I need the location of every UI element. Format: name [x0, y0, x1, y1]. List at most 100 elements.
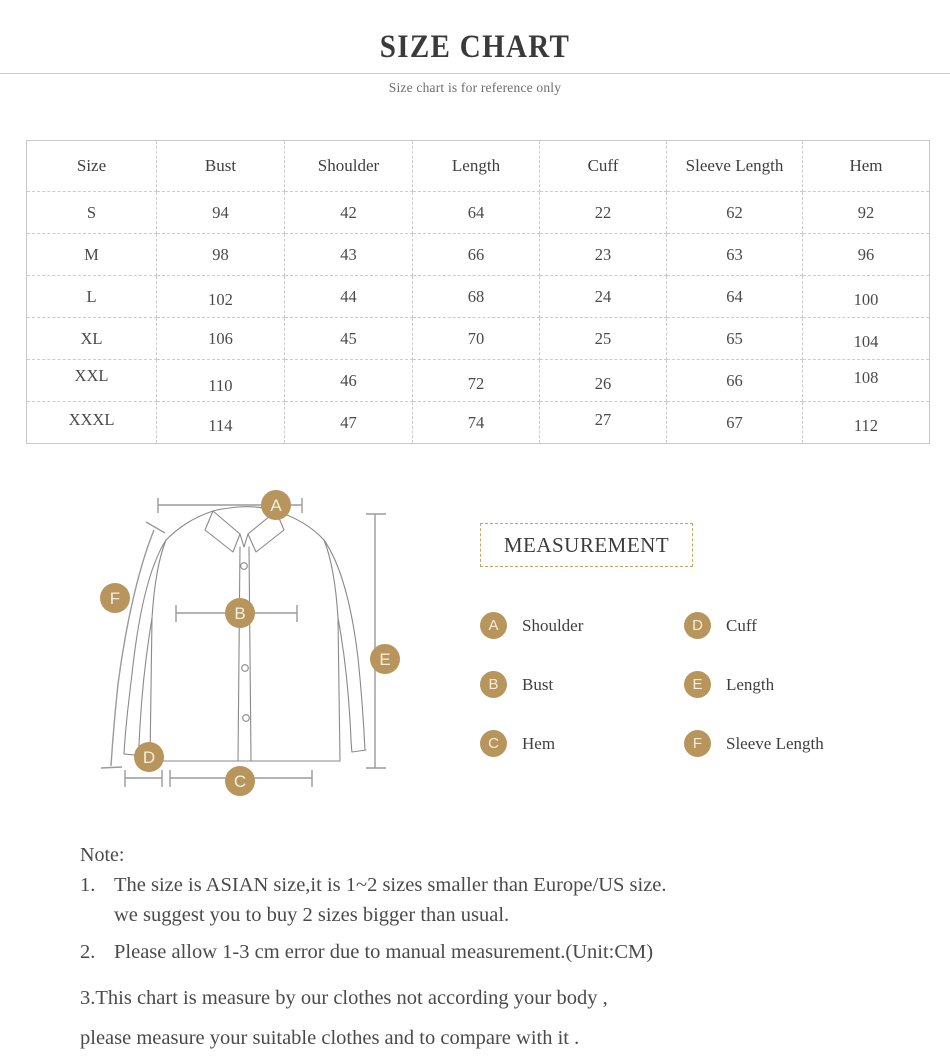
column-header-shoulder: Shoulder	[284, 140, 413, 192]
header-divider	[0, 73, 950, 74]
table-row: M 98 43 66 23 63 96	[26, 233, 930, 276]
table-row: L 102 44 68 24 64 100	[26, 275, 930, 318]
page-subtitle: Size chart is for reference only	[388, 80, 562, 95]
legend-item-cuff: D Cuff	[684, 612, 894, 671]
note-item-2-text: Please allow 1-3 cm error due to manual …	[114, 941, 654, 963]
button-3	[241, 664, 249, 672]
legend-label-bust: Bust	[522, 675, 554, 694]
diagram-badge-C: C	[225, 766, 255, 796]
note-item-3: 3.This chart is measure by our clothes n…	[80, 987, 608, 1009]
column-header-sleeve-length: Sleeve Length	[666, 140, 803, 192]
cell-size: S	[26, 191, 157, 234]
collar-notch	[239, 533, 249, 548]
table-row: XXXL 114 47 74 27 67 112	[26, 401, 930, 444]
right-sleeve-outer	[323, 539, 366, 751]
cell-cuff: 25	[539, 317, 667, 360]
column-header-cuff: Cuff	[539, 140, 667, 192]
cell-shoulder: 44	[284, 275, 413, 318]
button-4	[242, 714, 250, 722]
cell-cuff: 27	[539, 401, 667, 444]
cell-hem: 92	[802, 191, 930, 234]
cell-hem: 108	[802, 359, 930, 402]
collar-left-point	[204, 510, 241, 553]
legend-label-sleeve-length: Sleeve Length	[726, 734, 824, 753]
diagram-badge-C-label: C	[234, 772, 246, 791]
cell-size: M	[26, 233, 157, 276]
note-item-1-line-2-row: we suggest you to buy 2 sizes bigger tha…	[80, 902, 940, 929]
cell-sleeve-length: 65	[666, 317, 803, 360]
cell-sleeve-length: 63	[666, 233, 803, 276]
legend-label-cuff: Cuff	[726, 616, 757, 635]
cell-shoulder: 47	[284, 401, 413, 444]
cell-cuff: 22	[539, 191, 667, 234]
legend-item-length: E Length	[684, 671, 894, 730]
cell-bust: 98	[156, 233, 285, 276]
measurement-legend: A Shoulder B Bust C Hem D Cuff E Length …	[480, 612, 900, 777]
cell-length: 66	[412, 233, 540, 276]
note-item-2: 2. Please allow 1-3 cm error due to manu…	[80, 939, 940, 966]
shirt-illustration-svg: A B C D E F	[100, 490, 400, 796]
legend-badge-d-icon: D	[684, 612, 711, 639]
cell-sleeve-length: 66	[666, 359, 803, 402]
placket-right-line	[248, 546, 252, 762]
legend-badge-f-icon: F	[684, 730, 711, 757]
column-header-bust: Bust	[156, 140, 285, 192]
cell-cuff: 26	[539, 359, 667, 402]
cell-cuff: 23	[539, 233, 667, 276]
cell-bust: 102	[156, 275, 285, 318]
table-row: S 94 42 64 22 62 92	[26, 191, 930, 234]
legend-badge-c-icon: C	[480, 730, 507, 757]
cell-shoulder: 46	[284, 359, 413, 402]
header: SIZE CHART Size chart is for reference o…	[0, 0, 950, 110]
table-row: XXL 110 46 72 26 66 108	[26, 359, 930, 402]
table-header-row: Size Bust Shoulder Length Cuff Sleeve Le…	[26, 140, 930, 192]
garment-diagram: A B C D E F	[70, 478, 430, 808]
cell-bust: 106	[156, 317, 285, 360]
cell-size: XXXL	[26, 401, 157, 444]
cell-bust: 114	[156, 401, 285, 444]
cell-hem: 96	[802, 233, 930, 276]
legend-column-left: A Shoulder B Bust C Hem	[480, 612, 690, 789]
legend-label-length: Length	[726, 675, 775, 694]
cell-size: XL	[26, 317, 157, 360]
legend-item-bust: B Bust	[480, 671, 690, 730]
diagram-badge-B: B	[225, 598, 255, 628]
cell-sleeve-length: 62	[666, 191, 803, 234]
note-item-1-line-1: The size is ASIAN size,it is 1~2 sizes s…	[114, 874, 667, 896]
left-sleeve-outer	[123, 539, 167, 755]
cell-length: 70	[412, 317, 540, 360]
diagram-badge-E: E	[370, 644, 400, 674]
size-table: Size Bust Shoulder Length Cuff Sleeve Le…	[26, 140, 930, 444]
diagram-badge-B-label: B	[234, 604, 245, 623]
note-item-1-line-2: we suggest you to buy 2 sizes bigger tha…	[114, 904, 510, 926]
diagram-badge-D-label: D	[143, 748, 155, 767]
note-item-1-number: 1.	[80, 874, 96, 896]
cell-length: 72	[412, 359, 540, 402]
legend-column-right: D Cuff E Length F Sleeve Length	[684, 612, 894, 789]
column-header-hem: Hem	[802, 140, 930, 192]
diagram-badge-F: F	[100, 583, 130, 613]
diagram-badge-D: D	[134, 742, 164, 772]
legend-label-hem: Hem	[522, 734, 556, 753]
measurement-title: MEASUREMENT	[503, 533, 670, 557]
placket-left-line	[237, 546, 241, 762]
cell-size: L	[26, 275, 157, 318]
cell-size: XXL	[26, 359, 157, 402]
cell-shoulder: 43	[284, 233, 413, 276]
notes-section: Note: 1. The size is ASIAN size,it is 1~…	[80, 842, 940, 1058]
cell-hem: 100	[802, 275, 930, 318]
column-header-length: Length	[412, 140, 540, 192]
cell-shoulder: 42	[284, 191, 413, 234]
cell-sleeve-length: 67	[666, 401, 803, 444]
legend-item-sleeve-length: F Sleeve Length	[684, 730, 894, 789]
legend-item-hem: C Hem	[480, 730, 690, 789]
cell-cuff: 24	[539, 275, 667, 318]
diagram-badge-A-label: A	[270, 496, 282, 515]
legend-label-shoulder: Shoulder	[522, 616, 584, 635]
cell-bust: 94	[156, 191, 285, 234]
cell-shoulder: 45	[284, 317, 413, 360]
left-body-side	[149, 539, 167, 762]
button-1	[240, 562, 248, 570]
measure-tick-sleeve-bottom	[100, 766, 123, 769]
legend-item-shoulder: A Shoulder	[480, 612, 690, 671]
